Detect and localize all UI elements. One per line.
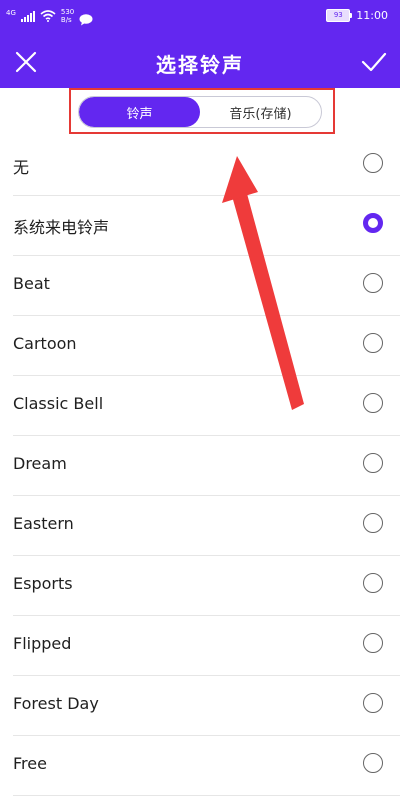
- ringtone-list: 无 系统来电铃声 Beat Cartoon Classic Bell Dream…: [0, 136, 400, 796]
- radio-button[interactable]: [363, 573, 383, 593]
- list-item[interactable]: Cartoon: [13, 316, 400, 376]
- ringtone-label: Esports: [13, 574, 73, 593]
- radio-button-selected[interactable]: [363, 213, 383, 233]
- clock: 11:00: [356, 9, 388, 22]
- speed-unit: B/s: [60, 16, 72, 24]
- list-item[interactable]: Forest Day: [13, 676, 400, 736]
- radio-button[interactable]: [363, 153, 383, 173]
- tab-ringtones[interactable]: 铃声: [79, 97, 200, 127]
- ringtone-label: Dream: [13, 454, 67, 473]
- list-item[interactable]: Classic Bell: [13, 376, 400, 436]
- radio-button[interactable]: [363, 453, 383, 473]
- check-icon: [361, 52, 387, 72]
- radio-button[interactable]: [363, 393, 383, 413]
- speed-value: 530: [60, 8, 75, 16]
- signal-icon: [20, 10, 35, 22]
- message-icon: [79, 11, 93, 25]
- list-item[interactable]: Esports: [13, 556, 400, 616]
- tab-area: 铃声 音乐(存储): [0, 88, 400, 140]
- status-bar: 4G 530 B/s 93 11:00: [0, 0, 400, 36]
- ringtone-label: Beat: [13, 274, 50, 293]
- app-bar: 选择铃声: [0, 36, 400, 88]
- ringtone-label: 系统来电铃声: [13, 218, 110, 237]
- list-item[interactable]: Dream: [13, 436, 400, 496]
- ringtone-label: 无: [13, 158, 30, 177]
- ringtone-label: Cartoon: [13, 334, 77, 353]
- list-item[interactable]: 无: [13, 136, 400, 196]
- radio-button[interactable]: [363, 333, 383, 353]
- ringtone-label: Forest Day: [13, 694, 99, 713]
- ringtone-label: Free: [13, 754, 47, 773]
- radio-button[interactable]: [363, 753, 383, 773]
- confirm-button[interactable]: [360, 48, 388, 76]
- tab-music-storage[interactable]: 音乐(存储): [200, 97, 321, 127]
- page-title: 选择铃声: [156, 53, 244, 77]
- status-left: 4G 530 B/s: [6, 8, 93, 25]
- network-type: 4G: [6, 9, 16, 17]
- radio-button[interactable]: [363, 273, 383, 293]
- wifi-icon: [40, 10, 56, 22]
- network-speed: 530 B/s: [61, 8, 74, 24]
- tab-group: 铃声 音乐(存储): [78, 96, 322, 128]
- list-item[interactable]: Free: [13, 736, 400, 796]
- radio-button[interactable]: [363, 513, 383, 533]
- list-item[interactable]: Flipped: [13, 616, 400, 676]
- radio-button[interactable]: [363, 693, 383, 713]
- battery-icon: 93: [326, 9, 353, 22]
- radio-button[interactable]: [363, 633, 383, 653]
- ringtone-label: Eastern: [13, 514, 74, 533]
- list-item[interactable]: 系统来电铃声: [13, 196, 400, 256]
- ringtone-label: Flipped: [13, 634, 72, 653]
- ringtone-label: Classic Bell: [13, 394, 104, 413]
- status-right: 93 11:00: [326, 9, 388, 22]
- list-item[interactable]: Beat: [13, 256, 400, 316]
- list-item[interactable]: Eastern: [13, 496, 400, 556]
